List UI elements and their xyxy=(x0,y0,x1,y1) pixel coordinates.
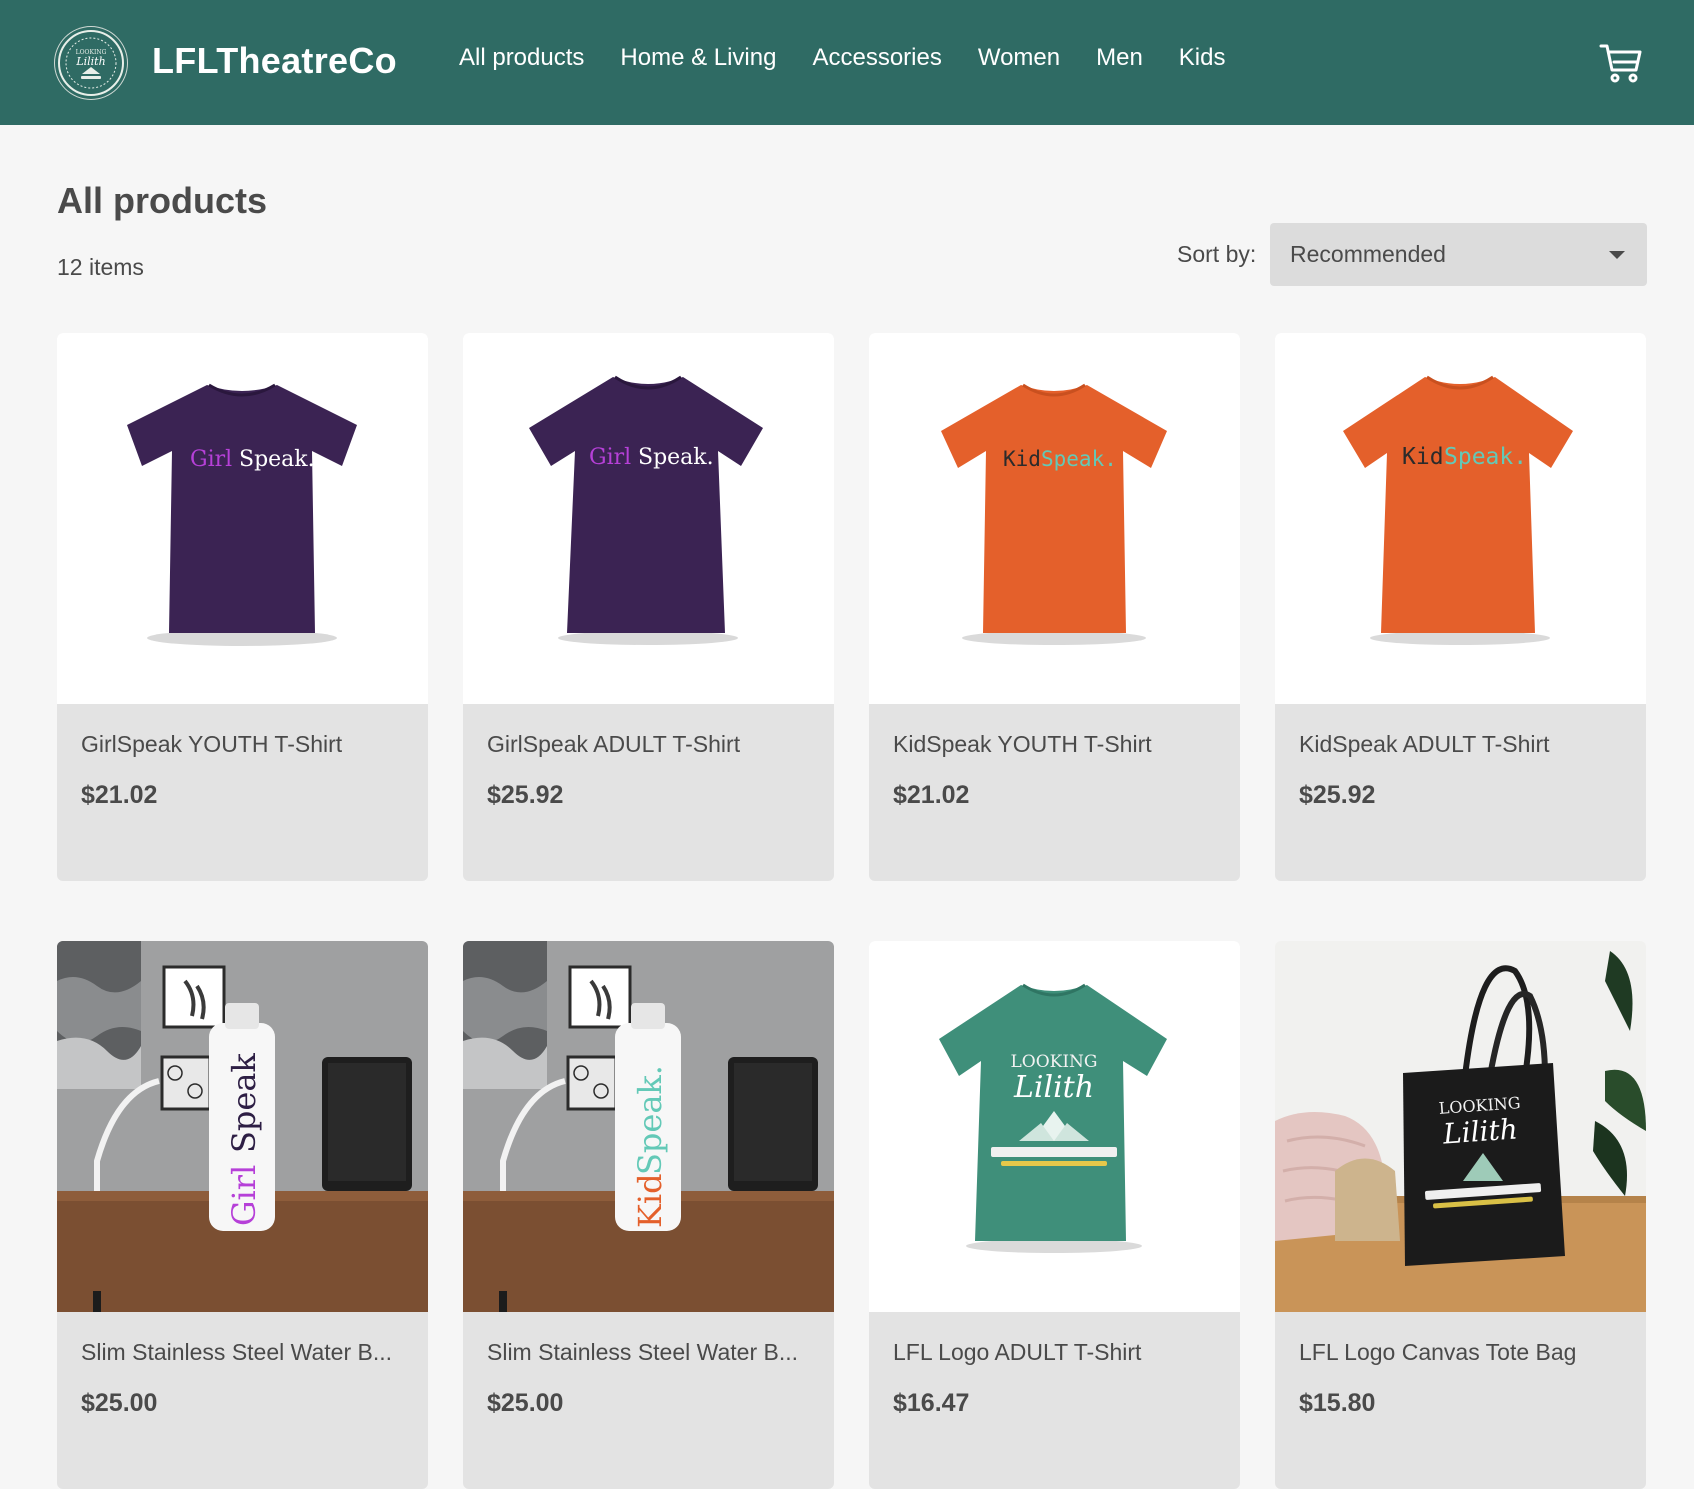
bottle-print-speak: Speak xyxy=(225,1053,263,1153)
product-image: LOOKING Lilith xyxy=(1275,941,1646,1312)
product-image: Girl Speak. xyxy=(463,333,834,704)
product-image: Girl Speak xyxy=(57,941,428,1312)
product-name: KidSpeak YOUTH T-Shirt xyxy=(893,731,1152,757)
product-price: $16.47 xyxy=(893,1389,970,1417)
product-card[interactable]: LOOKING Lilith LFL Logo Canvas Tote Bag … xyxy=(1275,941,1646,1489)
top-navigation-bar: LOOKING Lilith LFLTheatreCo All products… xyxy=(0,0,1694,125)
bottle-print-speak: Speak. xyxy=(631,1065,669,1175)
chevron-down-icon xyxy=(1609,251,1625,259)
product-price: $21.02 xyxy=(893,781,970,809)
product-name: KidSpeak ADULT T-Shirt xyxy=(1299,731,1550,757)
svg-text:Lilith: Lilith xyxy=(75,55,105,68)
shirt-print-kid: Kid xyxy=(1402,444,1444,470)
product-image: Girl Speak. xyxy=(57,333,428,704)
product-image: LOOKING Lilith xyxy=(869,941,1240,1312)
product-name: Slim Stainless Steel Water B... xyxy=(81,1339,393,1365)
brand-name[interactable]: LFLTheatreCo xyxy=(152,40,397,82)
product-card[interactable]: Kid Speak. KidSpeak YOUTH T-Shirt $21.02 xyxy=(869,333,1240,881)
product-image: Kid Speak. xyxy=(463,941,834,1312)
product-card[interactable]: LOOKING Lilith LFL Logo ADULT T-Shirt $1… xyxy=(869,941,1240,1489)
lfl-theatre-seal-logo-icon[interactable]: LOOKING Lilith xyxy=(58,30,124,96)
product-price: $15.80 xyxy=(1299,1389,1376,1417)
product-name: GirlSpeak ADULT T-Shirt xyxy=(487,731,741,757)
product-card[interactable]: Kid Speak. KidSpeak ADULT T-Shirt $25.92 xyxy=(1275,333,1646,881)
sort-selected-value: Recommended xyxy=(1290,241,1446,267)
product-card[interactable]: Girl Speak. GirlSpeak ADULT T-Shirt $25.… xyxy=(463,333,834,881)
product-name: LFL Logo Canvas Tote Bag xyxy=(1299,1339,1577,1365)
product-price: $25.00 xyxy=(81,1389,158,1417)
shirt-print-lilith: Lilith xyxy=(1013,1070,1094,1105)
shirt-print-speak: Speak. xyxy=(638,445,714,470)
item-count: 12 items xyxy=(57,254,144,280)
shirt-print-kid: Kid xyxy=(1003,447,1041,471)
shopping-cart-icon[interactable] xyxy=(1598,40,1644,86)
shirt-print-girl: Girl xyxy=(589,445,631,470)
page-title: All products xyxy=(57,180,268,221)
sort-dropdown[interactable]: Recommended xyxy=(1270,223,1647,286)
product-card[interactable]: Girl Speak Slim Stainless Steel Water B.… xyxy=(57,941,428,1489)
nav-accessories[interactable]: Accessories xyxy=(812,44,941,72)
nav-men[interactable]: Men xyxy=(1096,44,1143,72)
nav-women[interactable]: Women xyxy=(978,44,1060,72)
bottle-print-kid: Kid xyxy=(631,1173,669,1228)
sort-label: Sort by: xyxy=(1177,241,1257,267)
nav-all-products[interactable]: All products xyxy=(459,44,584,72)
shirt-print-speak: Speak. xyxy=(1041,447,1117,471)
product-price: $21.02 xyxy=(81,781,158,809)
product-image: Kid Speak. xyxy=(1275,333,1646,704)
shirt-print-speak: Speak. xyxy=(1444,444,1527,470)
bottle-print-girl: Girl xyxy=(225,1165,263,1226)
product-grid: Girl Speak. GirlSpeak YOUTH T-Shirt $21.… xyxy=(57,333,1647,1489)
product-price: $25.00 xyxy=(487,1389,564,1417)
product-price: $25.92 xyxy=(487,781,564,809)
shirt-print-girl: Girl xyxy=(190,447,232,472)
product-name: LFL Logo ADULT T-Shirt xyxy=(893,1339,1142,1365)
nav-home-living[interactable]: Home & Living xyxy=(620,44,776,72)
product-name: Slim Stainless Steel Water B... xyxy=(487,1339,799,1365)
shirt-print-speak: Speak. xyxy=(239,447,315,472)
product-card[interactable]: Girl Speak. GirlSpeak YOUTH T-Shirt $21.… xyxy=(57,333,428,881)
tote-print-lilith: Lilith xyxy=(1441,1112,1519,1150)
product-card[interactable]: Kid Speak. Slim Stainless Steel Water B.… xyxy=(463,941,834,1489)
product-name: GirlSpeak YOUTH T-Shirt xyxy=(81,731,343,757)
shirt-print-looking: LOOKING xyxy=(1010,1052,1097,1072)
nav-kids[interactable]: Kids xyxy=(1179,44,1226,72)
category-nav: All products Home & Living Accessories W… xyxy=(459,44,1261,72)
product-price: $25.92 xyxy=(1299,781,1376,809)
product-image: Kid Speak. xyxy=(869,333,1240,704)
